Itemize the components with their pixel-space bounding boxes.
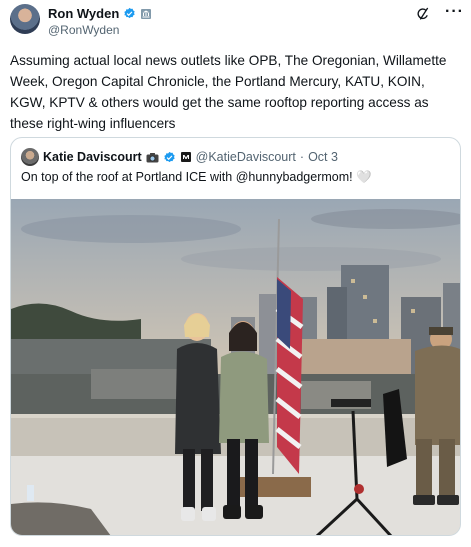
verified-badge-icon bbox=[124, 7, 135, 19]
post-text: Assuming actual local news outlets like … bbox=[10, 53, 447, 131]
affiliate-badge-icon bbox=[180, 152, 191, 162]
quoted-header: Katie Daviscourt @KatieDaviscourt · Oct … bbox=[21, 148, 338, 166]
author-name[interactable]: Ron Wyden bbox=[48, 6, 119, 21]
author-name-line: Ron Wyden bbox=[48, 6, 152, 21]
quoted-photo[interactable] bbox=[11, 199, 460, 535]
tweet-header: Ron Wyden @RonWyden ··· bbox=[10, 4, 463, 40]
quoted-text: On top of the roof at Portland ICE with … bbox=[21, 170, 372, 184]
more-icon[interactable]: ··· bbox=[445, 4, 463, 22]
quoted-avatar[interactable] bbox=[21, 148, 39, 166]
rooftop-photo-illustration bbox=[11, 199, 460, 535]
quoted-tweet[interactable]: Katie Daviscourt @KatieDaviscourt · Oct … bbox=[10, 137, 461, 536]
top-actions: ··· bbox=[415, 4, 463, 22]
quoted-author-handle[interactable]: @KatieDaviscourt bbox=[196, 150, 296, 164]
quoted-verified-badge-icon bbox=[164, 151, 175, 162]
government-badge-icon bbox=[141, 8, 152, 19]
quoted-date[interactable]: Oct 3 bbox=[308, 150, 338, 164]
author-handle[interactable]: @RonWyden bbox=[48, 23, 119, 37]
quoted-author-name[interactable]: Katie Daviscourt bbox=[43, 150, 142, 164]
grok-icon[interactable] bbox=[415, 6, 431, 22]
quoted-separator: · bbox=[299, 150, 305, 164]
avatar[interactable] bbox=[10, 4, 40, 34]
camera-emoji-icon bbox=[146, 152, 159, 162]
